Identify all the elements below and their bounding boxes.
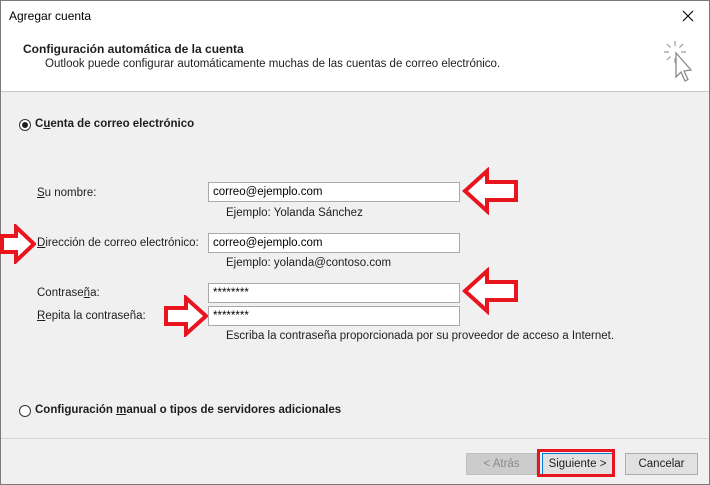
title-bar: Agregar cuenta (1, 1, 709, 31)
red-arrow-icon (164, 295, 208, 337)
cancel-button[interactable]: Cancelar (625, 453, 698, 475)
red-arrow-icon (462, 267, 518, 315)
wizard-cursor-icon (664, 41, 693, 82)
next-button-highlight (537, 449, 615, 477)
repeat-password-label: Repita la contraseña: (37, 310, 146, 322)
name-field[interactable]: correo@ejemplo.com (208, 182, 460, 202)
close-button[interactable] (667, 1, 709, 31)
red-arrow-icon (0, 224, 36, 264)
email-label: Dirección de correo electrónico: (37, 237, 199, 249)
dialog-window: Agregar cuenta Configuración automática … (0, 0, 710, 485)
manual-config-label: Configuración manual o tipos de servidor… (35, 404, 342, 416)
close-icon (682, 10, 694, 22)
name-hint: Ejemplo: Yolanda Sánchez (226, 207, 363, 219)
header-title: Configuración automática de la cuenta (23, 42, 244, 56)
email-account-label: Cuenta de correo electrónico (35, 118, 195, 130)
password-label: Contraseña: (37, 287, 100, 299)
email-account-radio[interactable] (19, 119, 31, 131)
name-label: Su nombre: (37, 187, 97, 199)
window-title: Agregar cuenta (9, 9, 92, 23)
back-button[interactable]: < Atrás (466, 453, 537, 475)
header-subtitle: Outlook puede configurar automáticamente… (45, 58, 501, 70)
footer-divider (1, 438, 709, 439)
password-hint: Escriba la contraseña proporcionada por … (226, 330, 615, 342)
wizard-header: Configuración automática de la cuenta Ou… (1, 31, 709, 92)
repeat-password-field[interactable]: ******** (208, 306, 460, 326)
manual-config-radio[interactable] (19, 405, 31, 417)
email-field[interactable]: correo@ejemplo.com (208, 233, 460, 253)
password-field[interactable]: ******** (208, 283, 460, 303)
red-arrow-icon (462, 167, 518, 215)
email-hint: Ejemplo: yolanda@contoso.com (226, 257, 392, 269)
